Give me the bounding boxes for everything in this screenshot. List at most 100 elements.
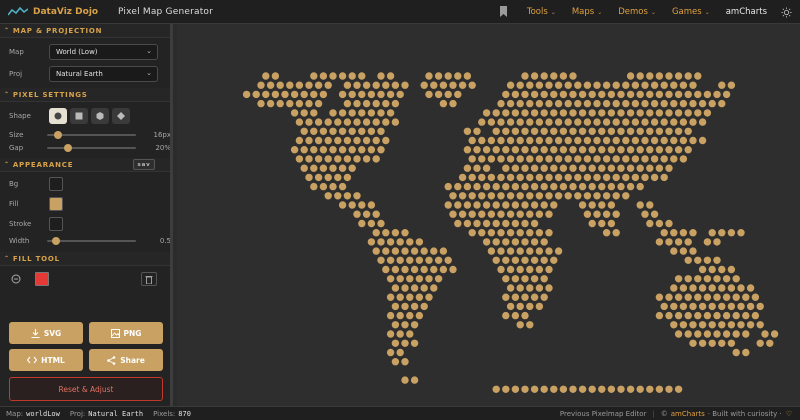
map-pixel[interactable] <box>449 265 457 274</box>
map-pixel[interactable] <box>382 81 390 89</box>
map-pixel[interactable] <box>338 182 347 191</box>
map-pixel[interactable] <box>463 146 472 154</box>
map-pixel[interactable] <box>713 238 721 246</box>
map-pixel[interactable] <box>607 219 616 228</box>
map-pixel[interactable] <box>358 146 366 154</box>
map-pixel[interactable] <box>521 219 529 228</box>
map-pixel[interactable] <box>665 385 673 393</box>
map-pixel[interactable] <box>679 247 688 255</box>
map-pixel[interactable] <box>612 81 620 89</box>
map-pixel[interactable] <box>564 192 572 200</box>
map-pixel[interactable] <box>607 385 616 393</box>
map-pixel[interactable] <box>655 90 664 99</box>
map-pixel[interactable] <box>703 256 712 264</box>
map-pixel[interactable] <box>406 311 414 320</box>
map-pixel[interactable] <box>564 155 572 163</box>
map-pixel[interactable] <box>665 127 673 135</box>
map-pixel[interactable] <box>569 90 577 99</box>
map-pixel[interactable] <box>737 229 745 237</box>
map-pixel[interactable] <box>487 173 496 182</box>
map-pixel[interactable] <box>348 146 356 154</box>
map-pixel[interactable] <box>478 210 486 218</box>
map-pixel[interactable] <box>430 265 438 274</box>
map-pixel[interactable] <box>679 321 688 329</box>
map-pixel[interactable] <box>401 229 409 237</box>
map-pixel[interactable] <box>382 265 390 274</box>
map-pixel[interactable] <box>646 146 654 154</box>
map-pixel[interactable] <box>617 385 625 393</box>
map-pixel[interactable] <box>343 118 352 126</box>
map-pixel[interactable] <box>434 90 443 99</box>
map-pixel[interactable] <box>650 173 659 182</box>
map-pixel[interactable] <box>401 284 409 292</box>
map-pixel[interactable] <box>583 118 592 126</box>
export-png-button[interactable]: PNG <box>89 322 163 344</box>
map-pixel[interactable] <box>401 302 409 311</box>
map-pixel[interactable] <box>626 182 635 191</box>
map-pixel[interactable] <box>722 293 731 301</box>
map-pixel[interactable] <box>295 81 304 89</box>
map-pixel[interactable] <box>410 376 419 384</box>
map-pixel[interactable] <box>343 192 352 200</box>
map-pixel[interactable] <box>497 99 505 108</box>
map-pixel[interactable] <box>463 164 472 172</box>
map-pixel[interactable] <box>545 81 553 89</box>
export-html-button[interactable]: HTML <box>9 349 83 371</box>
map-pixel[interactable] <box>502 109 510 117</box>
map-pixel[interactable] <box>516 99 524 108</box>
map-pixel[interactable] <box>684 238 692 246</box>
map-pixel[interactable] <box>530 164 539 172</box>
shape-diamond-button[interactable] <box>112 108 130 124</box>
map-pixel[interactable] <box>487 118 496 126</box>
map-pixel[interactable] <box>602 136 611 145</box>
map-pixel[interactable] <box>679 118 688 126</box>
map-pixel[interactable] <box>521 311 529 320</box>
map-pixel[interactable] <box>674 238 683 246</box>
map-pixel[interactable] <box>588 182 596 191</box>
map-pixel[interactable] <box>626 72 635 80</box>
map-pixel[interactable] <box>295 99 304 108</box>
map-pixel[interactable] <box>698 339 707 347</box>
map-pixel[interactable] <box>703 293 712 301</box>
map-pixel[interactable] <box>372 155 380 163</box>
map-pixel[interactable] <box>468 173 476 182</box>
map-pixel[interactable] <box>646 90 654 99</box>
map-pixel[interactable] <box>727 321 736 329</box>
map-pixel[interactable] <box>391 321 400 329</box>
map-pixel[interactable] <box>602 210 611 218</box>
map-pixel[interactable] <box>684 109 692 117</box>
map-pixel[interactable] <box>612 173 620 182</box>
map-pixel[interactable] <box>554 99 563 108</box>
map-pixel[interactable] <box>650 99 659 108</box>
map-pixel[interactable] <box>502 127 510 135</box>
reset-adjust-button[interactable]: Reset & Adjust <box>9 377 163 401</box>
map-pixel[interactable] <box>458 173 467 182</box>
map-pixel[interactable] <box>497 136 505 145</box>
map-pixel[interactable] <box>334 192 342 200</box>
map-pixel[interactable] <box>593 210 601 218</box>
map-pixel[interactable] <box>689 247 697 255</box>
section-pixel-settings[interactable]: ⌃ PIXEL SETTINGS <box>0 88 171 102</box>
map-pixel[interactable] <box>391 118 400 126</box>
map-pixel[interactable] <box>497 210 505 218</box>
map-pixel[interactable] <box>689 81 697 89</box>
map-pixel[interactable] <box>314 173 323 182</box>
sidebar-scrollbar[interactable] <box>170 24 173 406</box>
map-pixel[interactable] <box>353 118 361 126</box>
map-pixel[interactable] <box>550 109 558 117</box>
map-pixel[interactable] <box>377 109 385 117</box>
map-pixel[interactable] <box>329 127 337 135</box>
map-pixel[interactable] <box>492 127 500 135</box>
map-pixel[interactable] <box>473 146 481 154</box>
map-pixel[interactable] <box>530 293 539 301</box>
map-pixel[interactable] <box>329 164 337 172</box>
map-pixel[interactable] <box>382 99 390 108</box>
map-pixel[interactable] <box>377 146 385 154</box>
map-pixel[interactable] <box>367 127 376 135</box>
stroke-color-swatch[interactable] <box>49 217 63 231</box>
map-pixel[interactable] <box>391 302 400 311</box>
map-pixel[interactable] <box>516 210 524 218</box>
map-pixel[interactable] <box>506 210 515 218</box>
map-pixel[interactable] <box>310 109 318 117</box>
nav-games[interactable]: Games ⌄ <box>672 7 710 17</box>
